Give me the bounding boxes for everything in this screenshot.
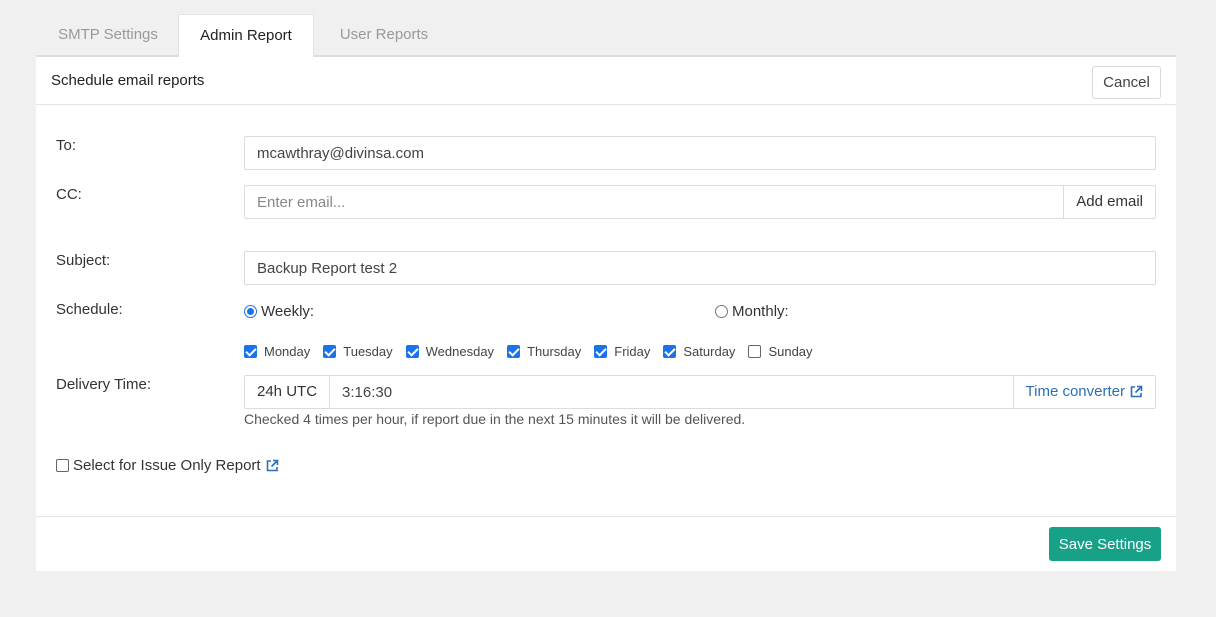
cc-email-input[interactable] (245, 186, 1064, 218)
day-tuesday[interactable]: Tuesday (323, 344, 393, 359)
subject-label: Subject: (56, 252, 111, 269)
day-checkbox[interactable] (663, 345, 677, 358)
schedule-panel: Schedule email reports Cancel To: CC: Ad… (36, 57, 1176, 571)
day-checkbox[interactable] (594, 345, 608, 358)
panel-footer: Save Settings (36, 516, 1176, 571)
delivery-time-group: 24h UTC Time converter (244, 375, 1156, 409)
day-checkbox[interactable] (405, 345, 419, 358)
panel-title: Schedule email reports (51, 72, 205, 89)
day-label: Monday (264, 344, 311, 359)
day-label: Friday (614, 344, 651, 359)
panel-header: Schedule email reports Cancel (36, 57, 1176, 105)
day-monday[interactable]: Monday (244, 344, 310, 359)
day-label: Thursday (527, 344, 582, 359)
time-converter-link[interactable]: Time converter (1012, 376, 1155, 408)
issue-only-checkbox[interactable] (56, 459, 69, 472)
weekly-radio[interactable]: Weekly: (244, 303, 314, 320)
issue-only-option[interactable]: Select for Issue Only Report (56, 457, 279, 474)
cc-label: CC: (56, 186, 82, 203)
issue-only-label: Select for Issue Only Report (73, 457, 261, 474)
tab-admin-report[interactable]: Admin Report (178, 14, 314, 58)
add-email-button[interactable]: Add email (1063, 186, 1155, 218)
weekly-label: Weekly: (261, 303, 315, 320)
to-label: To: (56, 137, 77, 154)
timezone-addon: 24h UTC (245, 376, 331, 408)
tab-bar: SMTP Settings Admin Report User Reports (36, 14, 1176, 58)
delivery-time-input[interactable] (330, 376, 1013, 408)
monthly-radio[interactable]: Monthly: (715, 303, 789, 320)
to-field[interactable] (244, 136, 1156, 170)
day-friday[interactable]: Friday (594, 344, 650, 359)
cancel-button[interactable]: Cancel (1092, 66, 1161, 99)
external-link-icon[interactable] (265, 459, 279, 473)
delivery-time-label: Delivery Time: (56, 376, 152, 393)
save-settings-button[interactable]: Save Settings (1049, 527, 1161, 561)
day-label: Saturday (683, 344, 736, 359)
day-label: Wednesday (425, 344, 495, 359)
day-label: Sunday (768, 344, 813, 359)
day-sunday[interactable]: Sunday (748, 344, 813, 359)
day-checkbox[interactable] (507, 345, 521, 358)
day-label: Tuesday (343, 344, 393, 359)
weekday-checkboxes: Monday Tuesday Wednesday Thursday Friday… (244, 344, 826, 359)
monthly-radio-indicator[interactable] (715, 305, 728, 318)
day-saturday[interactable]: Saturday (663, 344, 735, 359)
tab-smtp-settings[interactable]: SMTP Settings (44, 14, 172, 57)
time-converter-label: Time converter (1025, 383, 1125, 400)
subject-field[interactable] (244, 251, 1156, 285)
day-thursday[interactable]: Thursday (507, 344, 581, 359)
day-checkbox[interactable] (748, 345, 762, 358)
day-wednesday[interactable]: Wednesday (405, 344, 495, 359)
weekly-radio-indicator[interactable] (244, 305, 257, 318)
cc-input-group: Add email (244, 185, 1156, 219)
schedule-label: Schedule: (56, 301, 123, 318)
delivery-hint: Checked 4 times per hour, if report due … (244, 411, 746, 427)
day-checkbox[interactable] (323, 345, 337, 358)
external-link-icon (1130, 385, 1143, 398)
monthly-label: Monthly: (732, 303, 789, 320)
day-checkbox[interactable] (244, 345, 257, 358)
tab-user-reports[interactable]: User Reports (320, 14, 448, 57)
